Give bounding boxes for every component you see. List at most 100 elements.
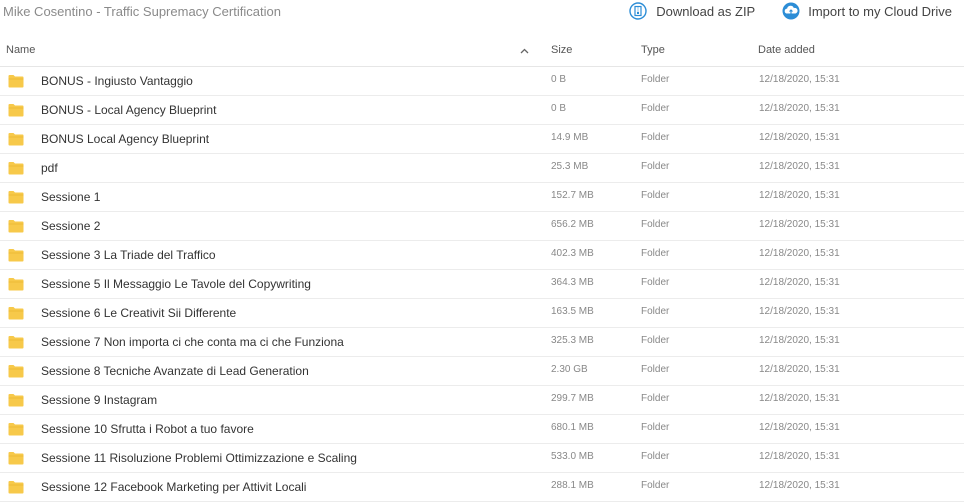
- column-header-date[interactable]: Date added: [758, 44, 815, 56]
- table-row[interactable]: Sessione 10 Sfrutta i Robot a tuo favore…: [0, 415, 964, 444]
- folder-icon: [8, 161, 24, 175]
- file-type: Folder: [641, 393, 670, 404]
- file-type: Folder: [641, 335, 670, 346]
- file-date-added: 12/18/2020, 15:31: [759, 74, 840, 85]
- file-type: Folder: [641, 277, 670, 288]
- file-name[interactable]: Sessione 12 Facebook Marketing per Attiv…: [41, 480, 306, 494]
- file-name[interactable]: Sessione 6 Le Creativit Sii Differente: [41, 306, 236, 320]
- table-row[interactable]: Sessione 11 Risoluzione Problemi Ottimiz…: [0, 444, 964, 473]
- file-date-added: 12/18/2020, 15:31: [759, 103, 840, 114]
- table-row[interactable]: Sessione 12 Facebook Marketing per Attiv…: [0, 473, 964, 502]
- file-date-added: 12/18/2020, 15:31: [759, 480, 840, 491]
- file-size: 25.3 MB: [551, 161, 589, 172]
- folder-icon: [8, 393, 24, 407]
- folder-icon: [8, 248, 24, 262]
- file-date-added: 12/18/2020, 15:31: [759, 277, 840, 288]
- folder-icon: [8, 422, 24, 436]
- file-name[interactable]: Sessione 10 Sfrutta i Robot a tuo favore: [41, 422, 254, 436]
- sort-ascending-icon[interactable]: [520, 45, 529, 57]
- column-header-type[interactable]: Type: [641, 44, 665, 56]
- file-type: Folder: [641, 161, 670, 172]
- table-row[interactable]: Sessione 2 656.2 MB Folder 12/18/2020, 15:3…: [0, 212, 964, 241]
- table-row[interactable]: BONUS Local Agency Blueprint 14.9 MB Folde…: [0, 125, 964, 154]
- file-type: Folder: [641, 248, 670, 259]
- file-type: Folder: [641, 364, 670, 375]
- file-type: Folder: [641, 422, 670, 433]
- file-name[interactable]: BONUS - Local Agency Blueprint: [41, 103, 216, 117]
- folder-icon: [8, 74, 24, 88]
- file-type: Folder: [641, 74, 670, 85]
- file-name[interactable]: Sessione 9 Instagram: [41, 393, 157, 407]
- file-size: 2.30 GB: [551, 364, 588, 375]
- download-zip-button[interactable]: Download as ZIP: [629, 2, 755, 20]
- file-type: Folder: [641, 480, 670, 491]
- file-type: Folder: [641, 219, 670, 230]
- column-header-row: Name Size Type Date added: [0, 26, 964, 67]
- download-zip-label: Download as ZIP: [656, 3, 756, 19]
- file-date-added: 12/18/2020, 15:31: [759, 306, 840, 317]
- file-name[interactable]: pdf: [41, 161, 58, 175]
- folder-icon: [8, 219, 24, 233]
- file-date-added: 12/18/2020, 15:31: [759, 364, 840, 375]
- file-type: Folder: [641, 190, 670, 201]
- file-date-added: 12/18/2020, 15:31: [759, 248, 840, 259]
- file-type: Folder: [641, 306, 670, 317]
- folder-icon: [8, 335, 24, 349]
- header-actions: Download as ZIP Import to my Cloud Drive: [629, 2, 952, 20]
- top-bar: Mike Cosentino - Traffic Supremacy Certi…: [0, 0, 964, 26]
- file-size: 402.3 MB: [551, 248, 594, 259]
- table-row[interactable]: Sessione 7 Non importa ci che conta ma c…: [0, 328, 964, 357]
- file-date-added: 12/18/2020, 15:31: [759, 132, 840, 143]
- file-name[interactable]: Sessione 2: [41, 219, 100, 233]
- file-date-added: 12/18/2020, 15:31: [759, 422, 840, 433]
- file-size: 299.7 MB: [551, 393, 594, 404]
- folder-icon: [8, 451, 24, 465]
- file-size: 152.7 MB: [551, 190, 594, 201]
- file-name[interactable]: BONUS - Ingiusto Vantaggio: [41, 74, 193, 88]
- import-cloud-button[interactable]: Import to my Cloud Drive: [781, 2, 952, 20]
- file-date-added: 12/18/2020, 15:31: [759, 451, 840, 462]
- table-row[interactable]: Sessione 8 Tecniche Avanzate di Lead Gen…: [0, 357, 964, 386]
- table-row[interactable]: BONUS - Ingiusto Vantaggio 0 B Folder 12/18…: [0, 67, 964, 96]
- folder-icon: [8, 277, 24, 291]
- table-row[interactable]: Sessione 1 152.7 MB Folder 12/18/2020, 15:3…: [0, 183, 964, 212]
- table-row[interactable]: Sessione 5 Il Messaggio Le Tavole del Co…: [0, 270, 964, 299]
- table-row[interactable]: Sessione 3 La Triade del Traffico 402.3 M…: [0, 241, 964, 270]
- file-name[interactable]: Sessione 11 Risoluzione Problemi Ottimiz…: [41, 451, 357, 465]
- file-name[interactable]: Sessione 8 Tecniche Avanzate di Lead Gen…: [41, 364, 309, 378]
- file-size: 364.3 MB: [551, 277, 594, 288]
- file-name[interactable]: Sessione 3 La Triade del Traffico: [41, 248, 216, 262]
- table-row[interactable]: BONUS - Local Agency Blueprint 0 B Folder 1…: [0, 96, 964, 125]
- file-name[interactable]: BONUS Local Agency Blueprint: [41, 132, 209, 146]
- file-size: 163.5 MB: [551, 306, 594, 317]
- file-date-added: 12/18/2020, 15:31: [759, 190, 840, 201]
- file-date-added: 12/18/2020, 15:31: [759, 161, 840, 172]
- file-size: 0 B: [551, 103, 567, 114]
- table-row[interactable]: Sessione 9 Instagram 299.7 MB Folder 12/18/…: [0, 386, 964, 415]
- file-list: BONUS - Ingiusto Vantaggio 0 B Folder 12/18…: [0, 67, 964, 502]
- zip-archive-icon: [629, 2, 647, 20]
- cloud-upload-icon: [781, 2, 800, 20]
- file-name[interactable]: Sessione 1: [41, 190, 100, 204]
- file-date-added: 12/18/2020, 15:31: [759, 393, 840, 404]
- file-name[interactable]: Sessione 7 Non importa ci che conta ma c…: [41, 335, 344, 349]
- page-title: Mike Cosentino - Traffic Supremacy Certi…: [3, 4, 281, 19]
- file-type: Folder: [641, 132, 670, 143]
- file-size: 0 B: [551, 74, 567, 85]
- table-row[interactable]: Sessione 6 Le Creativit Sii Differente 16…: [0, 299, 964, 328]
- file-size: 288.1 MB: [551, 480, 594, 491]
- file-name[interactable]: Sessione 5 Il Messaggio Le Tavole del Co…: [41, 277, 311, 291]
- file-size: 325.3 MB: [551, 335, 594, 346]
- folder-icon: [8, 103, 24, 117]
- column-header-name[interactable]: Name: [6, 44, 35, 56]
- import-cloud-label: Import to my Cloud Drive: [808, 3, 952, 19]
- file-type: Folder: [641, 451, 670, 462]
- file-size: 656.2 MB: [551, 219, 594, 230]
- file-size: 680.1 MB: [551, 422, 594, 433]
- table-row[interactable]: pdf 25.3 MB Folder 12/18/2020, 15:31: [0, 154, 964, 183]
- folder-icon: [8, 364, 24, 378]
- folder-icon: [8, 132, 24, 146]
- file-size: 14.9 MB: [551, 132, 589, 143]
- column-header-size[interactable]: Size: [551, 44, 572, 56]
- file-type: Folder: [641, 103, 670, 114]
